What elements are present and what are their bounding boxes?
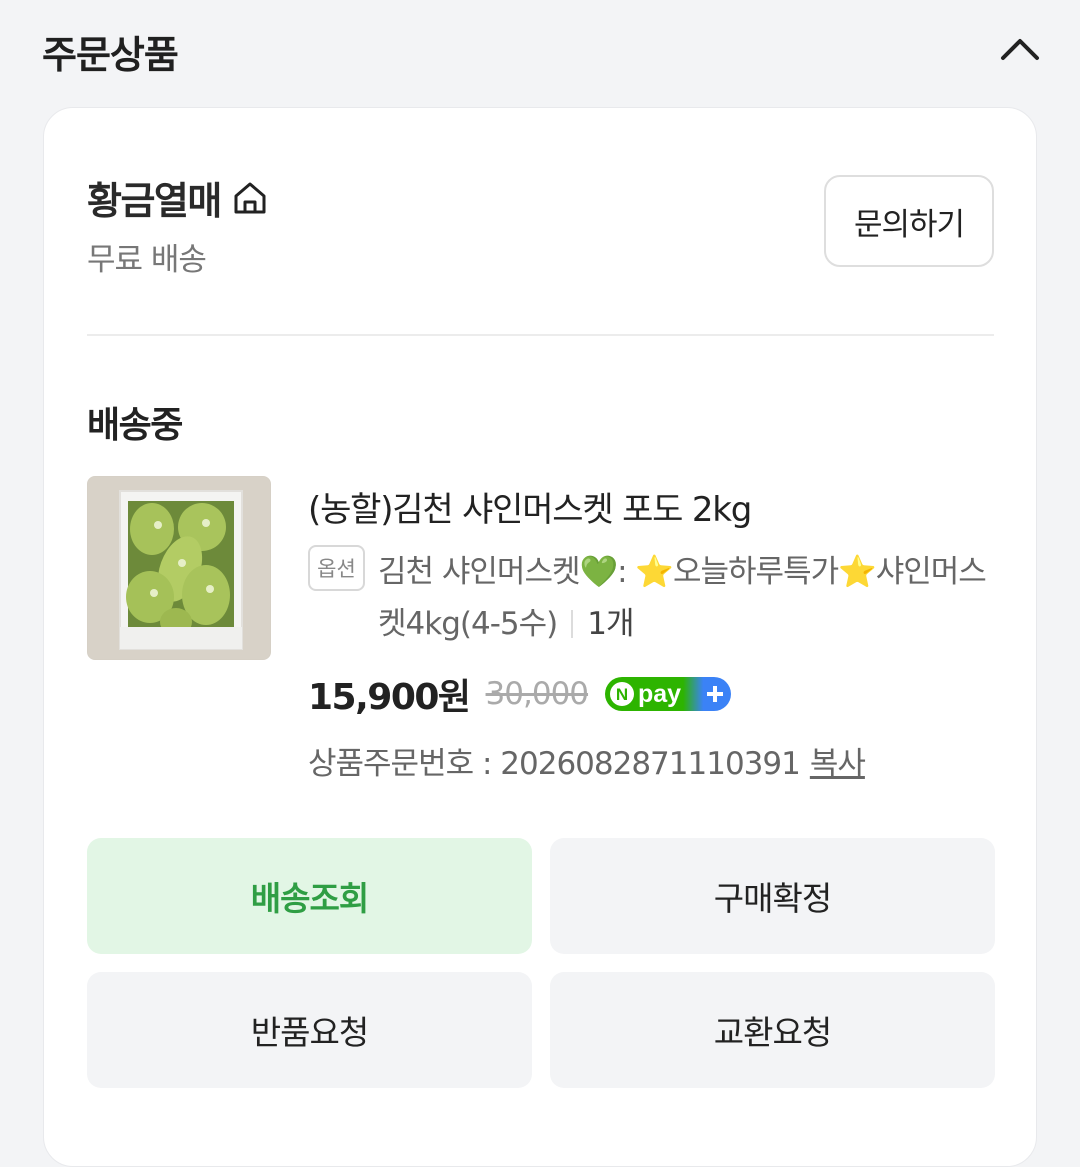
sale-price: 15,900원: [308, 677, 471, 718]
order-items-header: 주문상품: [0, 0, 1080, 100]
seller-row: 황금열매: [87, 170, 269, 225]
home-icon[interactable]: [231, 179, 269, 217]
inquiry-button[interactable]: 문의하기: [824, 175, 994, 267]
original-price: 30,000: [485, 676, 589, 712]
option-value: 김천 샤인머스켓💚: ⭐오늘하루특가⭐샤인머스켓4kg(4-5수): [378, 554, 987, 642]
exchange-request-button[interactable]: 교환요청: [550, 972, 995, 1088]
shipping-fee: 무료 배송: [87, 242, 207, 278]
svg-text:N: N: [616, 685, 628, 704]
delivery-status: 배송중: [87, 405, 183, 446]
return-request-button[interactable]: 반품요청: [87, 972, 532, 1088]
order-card: 황금열매 무료 배송 문의하기 배송중 (농할)김천 샤인머스켓 포도 2kg …: [43, 107, 1037, 1167]
product-thumbnail[interactable]: [87, 476, 271, 660]
quantity-divider: [571, 610, 574, 638]
npay-plus-badge: N pay: [604, 676, 732, 712]
seller-name[interactable]: 황금열매: [87, 170, 222, 225]
quantity: 1개: [587, 606, 634, 642]
option-badge: 옵션: [308, 545, 365, 591]
option-text: 김천 샤인머스켓💚: ⭐오늘하루특가⭐샤인머스켓4kg(4-5수) 1개: [378, 546, 998, 650]
section-title: 주문상품: [42, 33, 179, 77]
price-row: 15,900원 30,000 N pay: [308, 668, 732, 720]
collapse-button[interactable]: [992, 24, 1048, 74]
divider: [87, 334, 994, 336]
copy-button[interactable]: 복사: [810, 746, 866, 782]
order-number-row: 상품주문번호 : 2026082871110391 복사: [308, 738, 866, 783]
npay-text: pay: [638, 680, 681, 708]
track-delivery-button[interactable]: 배송조회: [87, 838, 532, 954]
confirm-purchase-button[interactable]: 구매확정: [550, 838, 995, 954]
order-number: 상품주문번호 : 2026082871110391: [308, 746, 801, 782]
chevron-up-icon: [1001, 39, 1039, 60]
product-name[interactable]: (농할)김천 샤인머스켓 포도 2kg: [308, 482, 752, 531]
